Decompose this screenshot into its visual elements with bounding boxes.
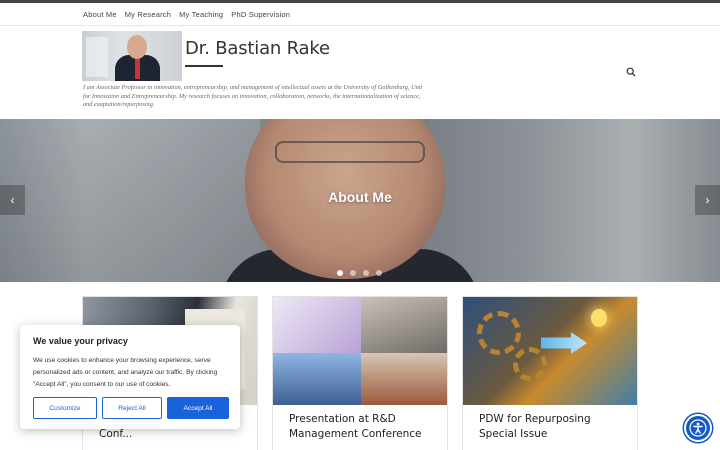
cookie-heading: We value your privacy [33,336,128,346]
cookie-body: We use cookies to enhance your browsing … [33,357,218,389]
customize-button[interactable]: Customize [33,397,97,419]
slider-prev-button[interactable]: ‹ [0,185,25,215]
slider-dot-4[interactable] [376,270,382,276]
post-title[interactable]: Presentation at R&D Management Conferenc… [273,405,447,442]
nav-item-my-teaching[interactable]: My Teaching [179,10,223,19]
slider-dot-3[interactable] [363,270,369,276]
slider-dots [337,270,382,276]
accept-all-button[interactable]: Accept All [167,397,229,419]
site-header: Dr. Bastian Rake I am Associate Professo… [0,26,720,119]
slider-next-button[interactable]: › [695,185,720,215]
nav-item-phd-supervision[interactable]: PhD Supervision [231,10,290,19]
header-portrait[interactable] [82,31,182,81]
site-title[interactable]: Dr. Bastian Rake [185,38,330,59]
cookie-buttons: Customize Reject All Accept All [33,397,229,419]
nav-item-about-me[interactable]: About Me [83,10,117,19]
post-card-rd-management[interactable]: Presentation at R&D Management Conferenc… [272,296,448,450]
accessibility-button[interactable] [684,414,712,442]
post-card-pdw[interactable]: PDW for Repurposing Special Issue [462,296,638,450]
chevron-left-icon: ‹ [10,193,15,207]
post-title[interactable]: PDW for Repurposing Special Issue [463,405,637,442]
slider-dot-1[interactable] [337,270,343,276]
nav-item-my-research[interactable]: My Research [125,10,171,19]
search-icon[interactable] [626,67,636,77]
accessibility-icon [689,419,707,437]
hero-title[interactable]: About Me [0,189,720,205]
hero-slider: About Me ‹ › [0,119,720,282]
site-tagline: I am Associate Professor in innovation, … [83,84,423,108]
post-thumbnail[interactable] [273,297,447,405]
main-nav: About Me My Research My Teaching PhD Sup… [0,3,720,25]
title-underline [185,65,223,67]
reject-all-button[interactable]: Reject All [102,397,162,419]
cookie-consent-banner: We value your privacy We use cookies to … [20,325,240,429]
chevron-right-icon: › [705,193,710,207]
slider-dot-2[interactable] [350,270,356,276]
post-thumbnail[interactable] [463,297,637,405]
